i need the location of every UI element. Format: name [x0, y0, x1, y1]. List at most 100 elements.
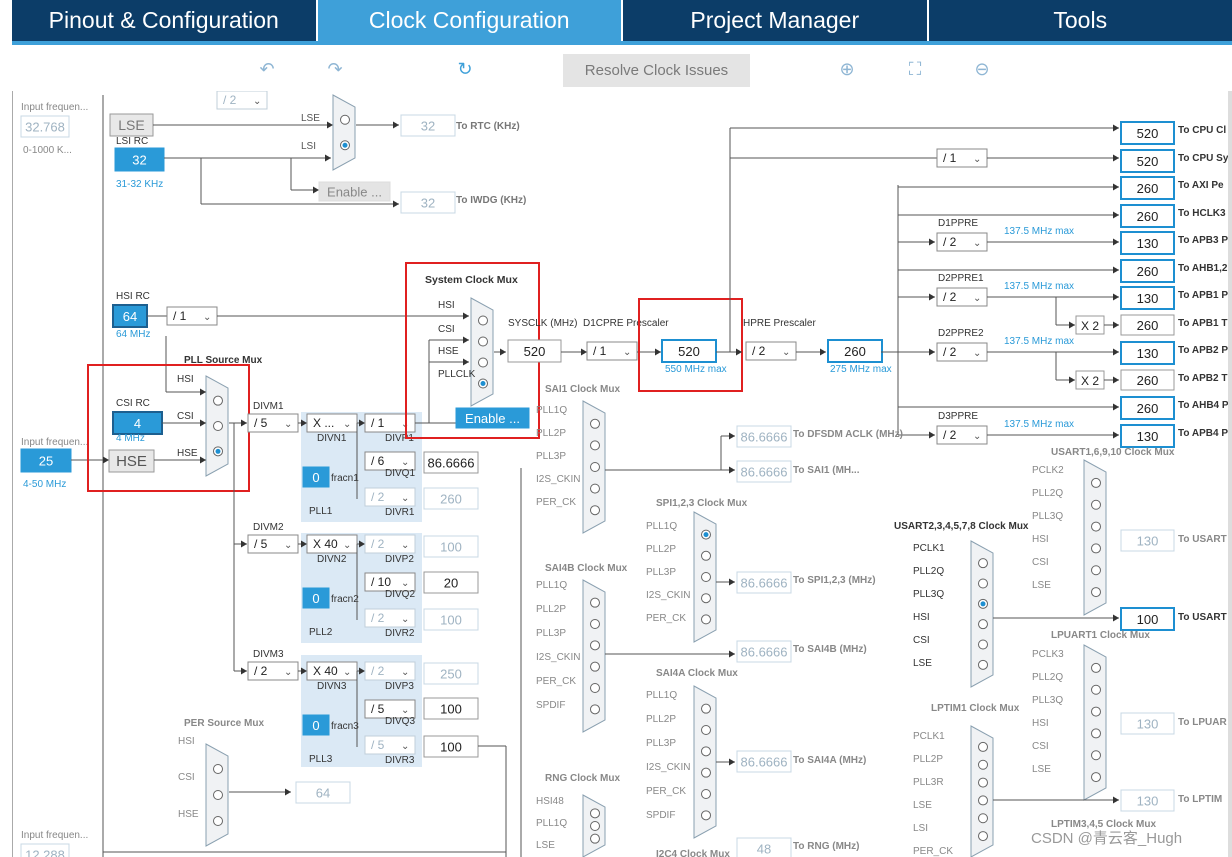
usart2-mux-radio[interactable]: [978, 558, 988, 569]
usart2-mux-radio[interactable]: [978, 639, 988, 650]
per-source-mux-radio[interactable]: [213, 764, 223, 774]
cpu-clock-value[interactable]: 520: [678, 344, 700, 359]
lpuart-value[interactable]: 130: [1137, 717, 1159, 732]
sai4b-mux-radio[interactable]: [590, 661, 600, 672]
d3ppre-select[interactable]: / 2: [943, 428, 957, 442]
sai1-mux-radio[interactable]: [590, 418, 600, 429]
pll2-divp-select[interactable]: / 2: [371, 537, 385, 551]
usart1-mux-radio[interactable]: [1091, 521, 1101, 532]
refresh-icon[interactable]: ↻: [455, 59, 475, 79]
output-6-value[interactable]: 130: [1137, 291, 1159, 306]
dfsdm-value[interactable]: 86.6666: [741, 430, 788, 445]
sai4a-mux-radio[interactable]: [701, 746, 711, 757]
undo-icon[interactable]: ↶: [257, 59, 277, 79]
zoom-in-icon[interactable]: ⊕: [837, 59, 857, 79]
pll3-divn-select[interactable]: X 40: [313, 664, 338, 678]
sysmux-enable-button[interactable]: Enable ...: [465, 411, 520, 426]
redo-icon[interactable]: ↷: [325, 59, 345, 79]
lpuart-mux-radio[interactable]: [1091, 706, 1101, 717]
rng-mux-radio[interactable]: [590, 808, 600, 819]
usart2-mux-radio[interactable]: [978, 619, 988, 630]
sai4a-mux-radio[interactable]: [701, 767, 711, 778]
sai1-mux-radio[interactable]: [590, 505, 600, 516]
output-9-value[interactable]: 260: [1137, 373, 1159, 388]
pll3-divp-select[interactable]: / 2: [371, 664, 385, 678]
pll1-divq-value[interactable]: 86.6666: [428, 456, 475, 471]
lptim1-mux-radio[interactable]: [978, 795, 988, 806]
sai1-mux-radio[interactable]: [590, 462, 600, 472]
x2-multiplier-0[interactable]: X 2: [1081, 319, 1099, 333]
sai4b-mux-radio[interactable]: [590, 704, 600, 715]
iwdg-value[interactable]: 32: [421, 196, 435, 211]
spi-mux-radio[interactable]: [701, 614, 711, 625]
lptim1-mux-radio[interactable]: [978, 777, 988, 788]
pll3-divm-select[interactable]: / 2: [254, 664, 268, 678]
d2ppre1-select[interactable]: / 2: [943, 290, 957, 304]
sai4a-value[interactable]: 86.6666: [741, 755, 788, 770]
pll3-divq-select[interactable]: / 5: [371, 702, 385, 716]
tab-tools[interactable]: Tools: [929, 0, 1232, 41]
sysclk-value[interactable]: 520: [524, 344, 546, 359]
d1cpre-select[interactable]: / 1: [593, 344, 607, 358]
output-8-value[interactable]: 130: [1137, 346, 1159, 361]
per-source-mux-radio[interactable]: [213, 790, 223, 800]
output-0-value[interactable]: 520: [1137, 126, 1159, 141]
pll2-divr-select[interactable]: / 2: [371, 611, 385, 625]
sai4b-value[interactable]: 86.6666: [741, 645, 788, 660]
pll2-divq-value[interactable]: 20: [444, 576, 458, 591]
tab-clock-configuration[interactable]: Clock Configuration: [317, 0, 623, 41]
lsi-value[interactable]: 32: [132, 153, 146, 168]
usart1-mux-radio[interactable]: [1091, 543, 1101, 554]
pll3-divr-value[interactable]: 100: [440, 740, 462, 755]
sai4b-mux-radio[interactable]: [590, 683, 600, 693]
sai4a-mux-radio[interactable]: [701, 810, 711, 821]
rtc-mux-radio[interactable]: [340, 114, 350, 125]
lptim1-mux-radio[interactable]: [978, 759, 988, 770]
pll2-fracn-value[interactable]: 0: [312, 591, 319, 606]
rng-mux-radio[interactable]: [590, 833, 600, 844]
sai4b-mux-radio[interactable]: [590, 619, 600, 629]
lse-block[interactable]: LSE: [118, 117, 144, 133]
rng-value[interactable]: 48: [757, 842, 771, 857]
cpu-systick-select[interactable]: / 1: [943, 151, 957, 165]
usart1-value[interactable]: 130: [1137, 534, 1159, 549]
spi-mux-radio[interactable]: [701, 550, 711, 561]
hpre-select[interactable]: / 2: [752, 344, 766, 358]
pll1-divn-select[interactable]: X ...: [313, 416, 334, 430]
output-7-value[interactable]: 260: [1137, 318, 1159, 333]
system-clock-mux-radio[interactable]: [478, 357, 488, 368]
usart2-mux-radio[interactable]: [978, 659, 988, 670]
x2-multiplier-1[interactable]: X 2: [1081, 374, 1099, 388]
sai1-mux-radio[interactable]: [590, 440, 600, 451]
rtc-enable-button[interactable]: Enable ...: [327, 185, 382, 200]
d1ppre-select[interactable]: / 2: [943, 235, 957, 249]
top-divider[interactable]: / 2: [223, 93, 237, 107]
lpuart-mux-radio[interactable]: [1091, 662, 1101, 673]
rtc-value[interactable]: 32: [421, 119, 435, 134]
sai4b-mux-radio[interactable]: [590, 597, 600, 608]
pll1-fracn-value[interactable]: 0: [312, 470, 319, 485]
spi-value[interactable]: 86.6666: [741, 576, 788, 591]
sai4a-mux-radio[interactable]: [701, 703, 711, 714]
output-1-value[interactable]: 520: [1137, 154, 1159, 169]
tab-project-manager[interactable]: Project Manager: [623, 0, 929, 41]
bottom-input-value[interactable]: 12.288: [25, 848, 65, 857]
system-clock-mux-radio[interactable]: [478, 336, 488, 347]
sai4a-mux-radio[interactable]: [701, 725, 711, 735]
pll-source-mux-radio[interactable]: [213, 421, 223, 431]
lpuart-mux-radio[interactable]: [1091, 750, 1101, 761]
scrollbar[interactable]: [1228, 91, 1232, 857]
lptim1-mux-radio[interactable]: [978, 741, 988, 752]
sai1-value[interactable]: 86.6666: [741, 465, 788, 480]
pll2-divp-value[interactable]: 100: [440, 540, 462, 555]
pll1-divm-select[interactable]: / 5: [254, 416, 268, 430]
pll2-divq-select[interactable]: / 10: [371, 575, 391, 589]
usart1-mux-radio[interactable]: [1091, 499, 1101, 510]
pll2-divn-select[interactable]: X 40: [313, 537, 338, 551]
usart2-mux-radio[interactable]: [978, 578, 988, 589]
usart1-mux-radio[interactable]: [1091, 565, 1101, 576]
zoom-out-icon[interactable]: ⊖: [972, 59, 992, 79]
pll3-divq-value[interactable]: 100: [440, 702, 462, 717]
rng-mux-radio[interactable]: [590, 821, 600, 831]
output-3-value[interactable]: 260: [1137, 209, 1159, 224]
